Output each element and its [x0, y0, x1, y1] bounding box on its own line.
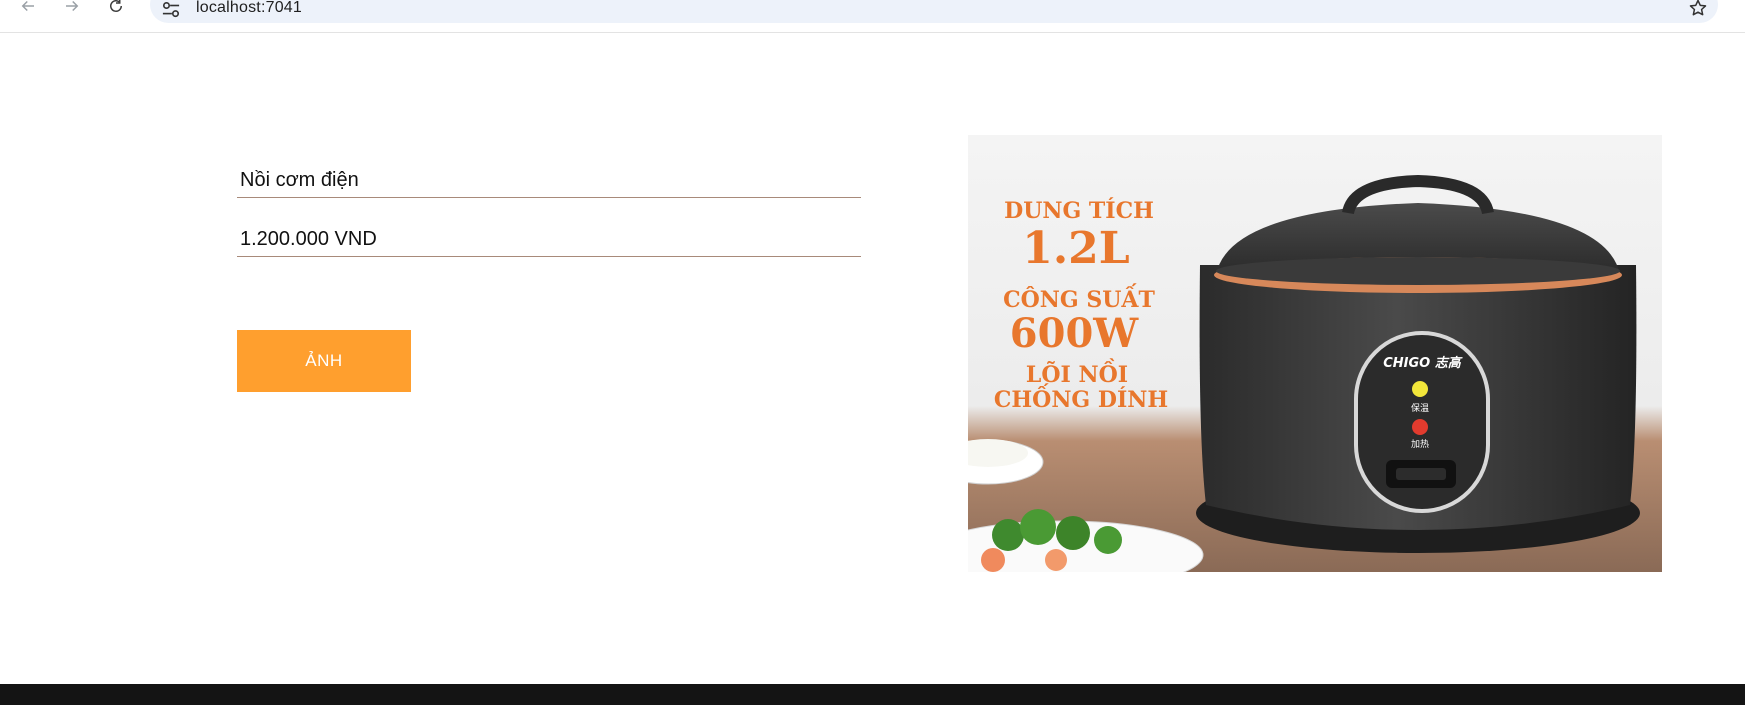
indicator-label-2: 加热 [1411, 438, 1429, 450]
capacity-value: 1.2L [1022, 223, 1130, 274]
rice-cooker-illustration: CHIGO 志高 保温 加热 DUNG TÍCH 1.2L CÔNG SUẤT … [968, 135, 1662, 572]
capacity-label: DUNG TÍCH [1004, 197, 1154, 224]
reload-button[interactable] [102, 0, 130, 18]
product-name-field[interactable]: Nồi cơm điện [237, 167, 861, 198]
site-info-button[interactable] [160, 0, 182, 20]
power-value: 600W [1010, 310, 1139, 357]
product-name-value[interactable]: Nồi cơm điện [237, 167, 861, 193]
address-bar[interactable]: localhost:7041 [150, 0, 1718, 23]
star-icon [1689, 0, 1707, 16]
forward-button[interactable] [58, 0, 86, 18]
indicator-label-1: 保温 [1411, 402, 1429, 414]
nonstick-label-1: LÕI NỒI [1026, 358, 1128, 388]
image-button[interactable]: ẢNH [237, 330, 411, 392]
product-image: CHIGO 志高 保温 加热 DUNG TÍCH 1.2L CÔNG SUẤT … [968, 135, 1662, 572]
nonstick-label-2: CHỐNG DÍNH [994, 383, 1168, 413]
power-label: CÔNG SUẤT [1003, 283, 1155, 313]
product-price-field[interactable]: 1.200.000 VND [237, 226, 861, 257]
arrow-right-icon [66, 0, 79, 12]
arrow-left-icon [21, 0, 34, 12]
brand-label: CHIGO 志高 [1383, 355, 1463, 371]
back-button[interactable] [14, 0, 42, 18]
browser-toolbar: localhost:7041 [0, 0, 1745, 33]
bookmark-button[interactable] [1688, 0, 1708, 18]
product-price-value[interactable]: 1.200.000 VND [237, 226, 861, 252]
tune-icon [162, 1, 180, 18]
reload-icon [110, 0, 122, 12]
url-text[interactable]: localhost:7041 [196, 0, 302, 17]
page-footer [0, 684, 1745, 705]
